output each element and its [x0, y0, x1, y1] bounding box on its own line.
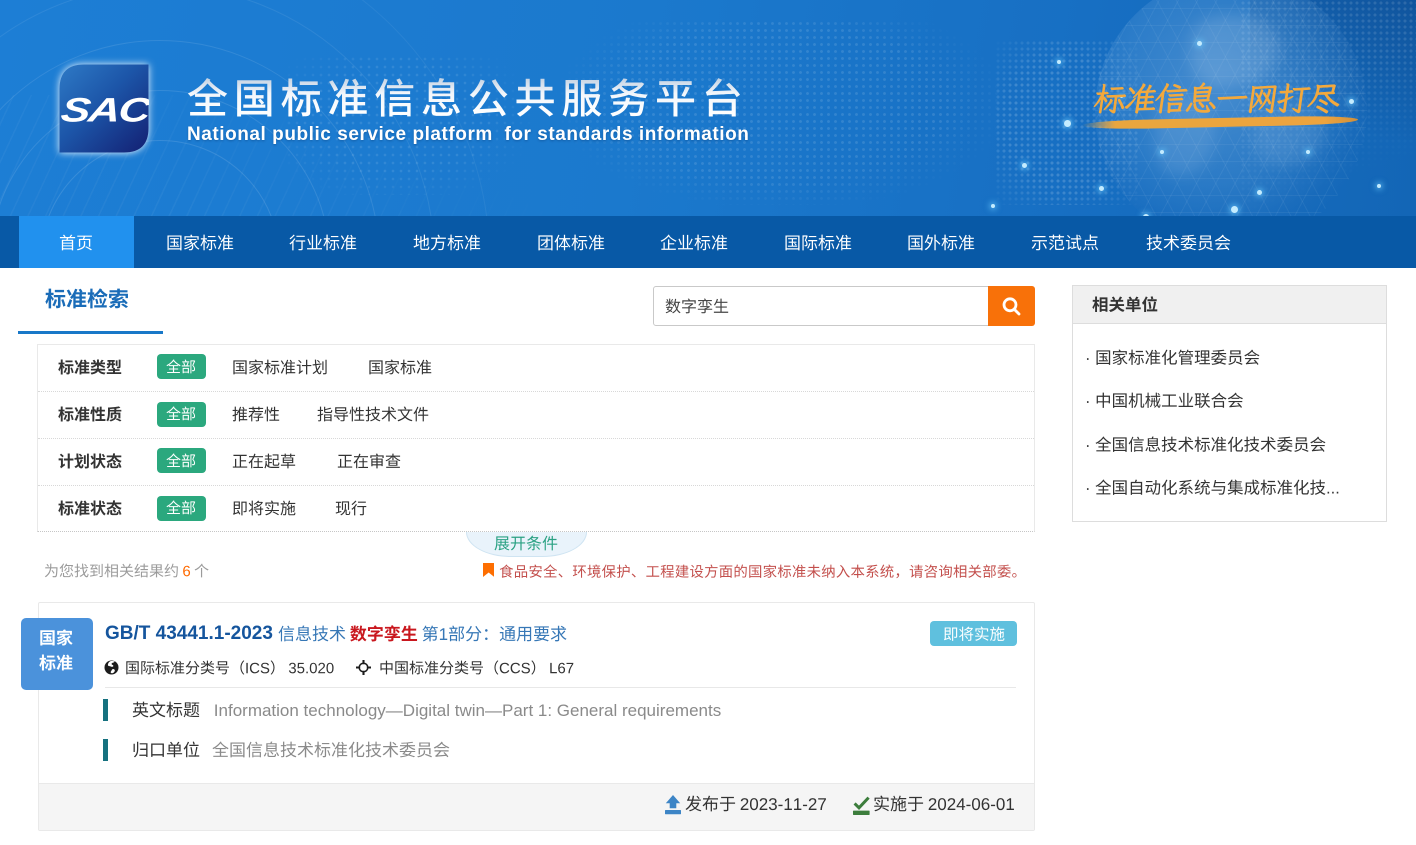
svg-text:SAC: SAC — [59, 91, 149, 129]
